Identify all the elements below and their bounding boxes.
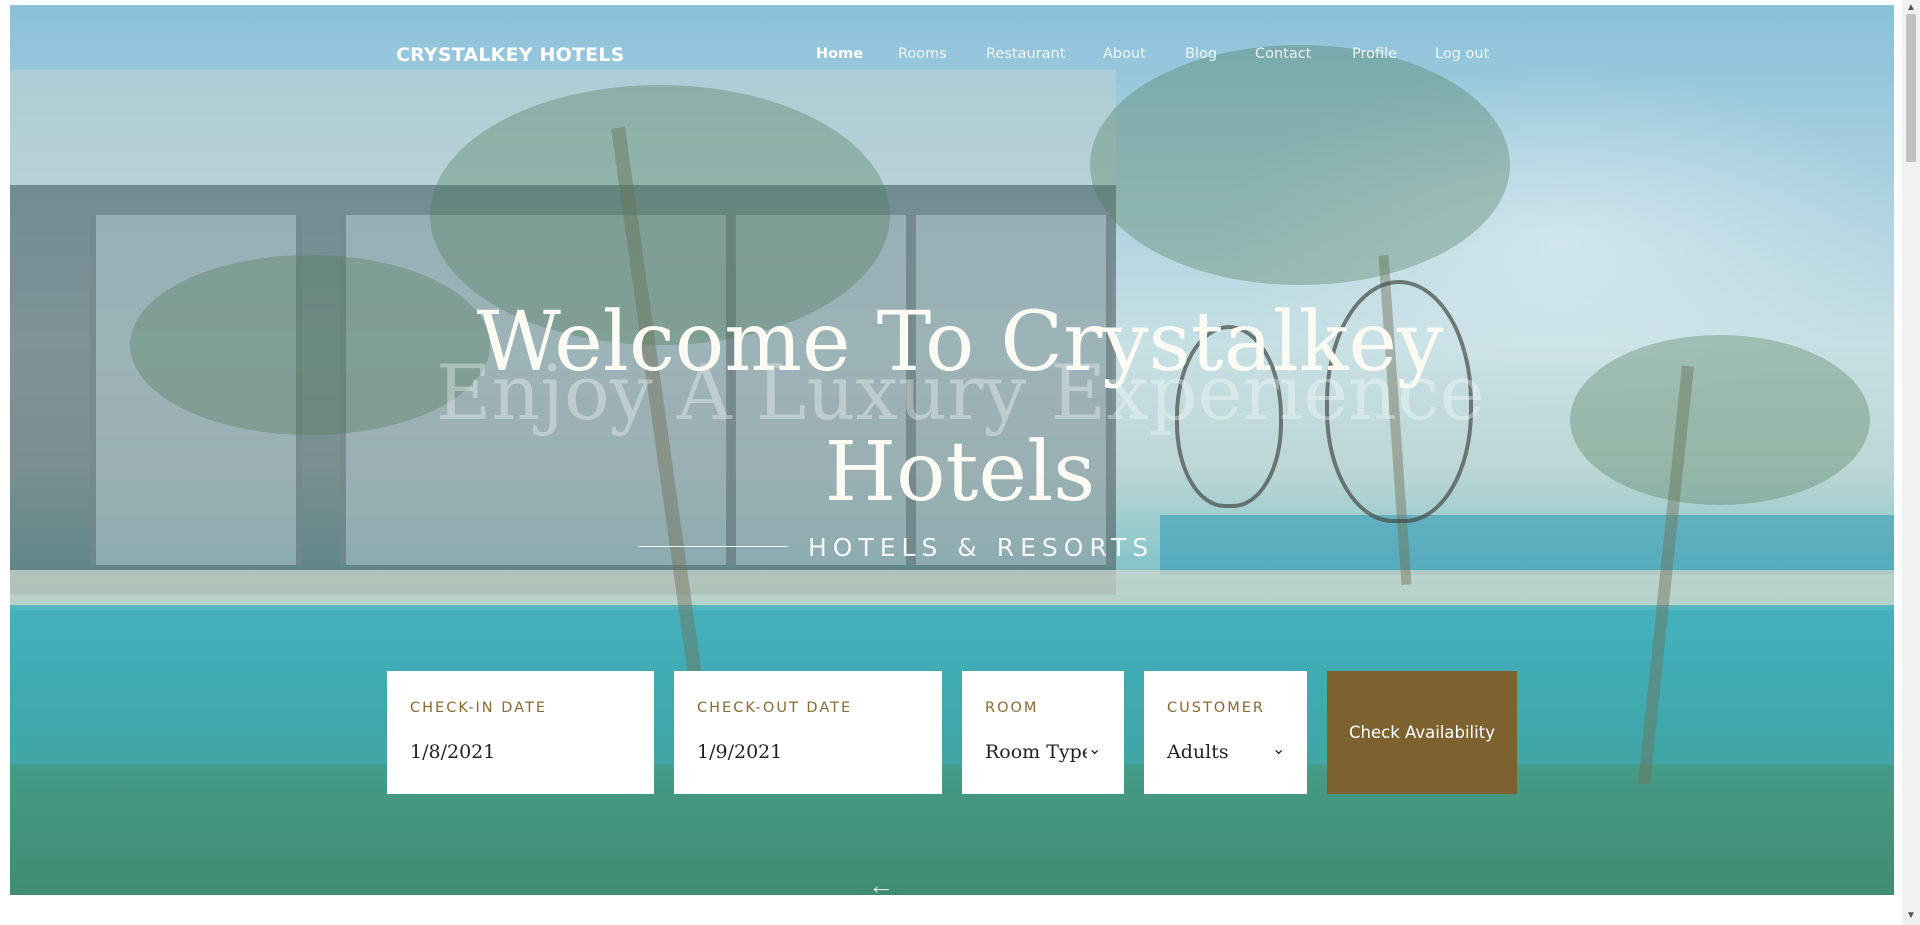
scroll-down-arrow-icon[interactable]: ▼	[1906, 910, 1916, 921]
page-bottom-strip	[0, 895, 1900, 925]
scrollbar-thumb[interactable]	[1906, 14, 1916, 162]
chevron-down-icon: ⌄	[1272, 741, 1286, 758]
customer-select[interactable]: Adults	[1167, 741, 1229, 763]
customer-field[interactable]: CUSTOMER Adults ⌄	[1144, 671, 1307, 794]
room-type-field[interactable]: ROOM Room Type ⌄	[962, 671, 1124, 794]
chevron-down-icon: ⌄	[1088, 741, 1102, 758]
nav-rooms[interactable]: Rooms	[898, 46, 947, 62]
scroll-up-arrow-icon[interactable]: ▲	[1906, 2, 1916, 13]
brand-logo[interactable]: CRYSTALKEY HOTELS	[396, 44, 625, 66]
nav-contact[interactable]: Contact	[1255, 46, 1311, 62]
checkin-date-field[interactable]: CHECK-IN DATE 1/8/2021	[387, 671, 654, 794]
check-availability-button[interactable]: Check Availability	[1327, 671, 1517, 794]
checkin-label: CHECK-IN DATE	[410, 700, 547, 716]
room-type-select[interactable]: Room Type	[985, 741, 1087, 763]
checkout-input[interactable]: 1/9/2021	[697, 741, 782, 763]
subtitle-divider	[638, 546, 788, 547]
checkout-date-field[interactable]: CHECK-OUT DATE 1/9/2021	[674, 671, 942, 794]
nav-about[interactable]: About	[1103, 46, 1146, 62]
checkin-input[interactable]: 1/8/2021	[410, 741, 495, 763]
nav-restaurant[interactable]: Restaurant	[986, 46, 1065, 62]
nav-profile[interactable]: Profile	[1352, 46, 1397, 62]
checkout-label: CHECK-OUT DATE	[697, 700, 853, 716]
nav-home[interactable]: Home	[816, 46, 863, 62]
hero-subtitle: HOTELS & RESORTS	[808, 533, 1155, 562]
hero-title: Welcome To Crystalkey Hotels	[476, 295, 1444, 520]
customer-label: CUSTOMER	[1167, 700, 1265, 716]
nav-logout[interactable]: Log out	[1435, 46, 1489, 62]
room-label: ROOM	[985, 700, 1039, 716]
nav-blog[interactable]: Blog	[1185, 46, 1217, 62]
